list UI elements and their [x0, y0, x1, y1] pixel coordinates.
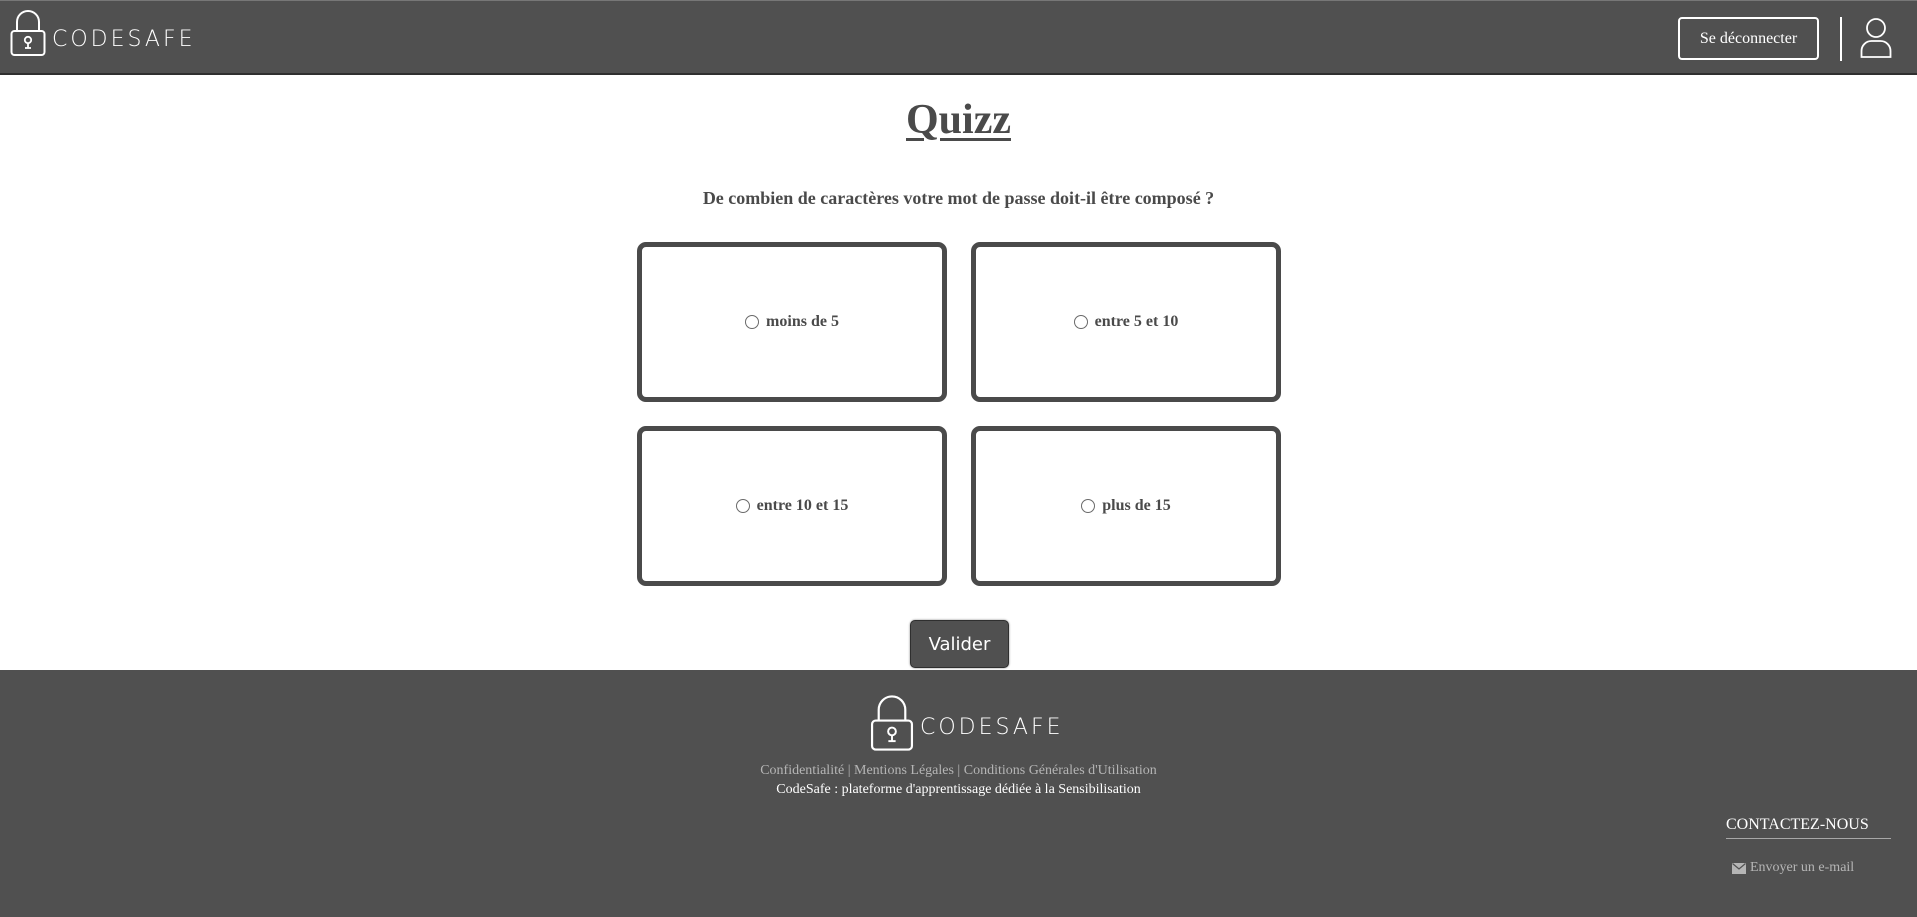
padlock-icon [10, 10, 46, 56]
link-separator: | [844, 763, 854, 778]
answer-option-3[interactable]: entre 10 et 15 [637, 426, 947, 586]
answer-option-1[interactable]: moins de 5 [637, 242, 947, 402]
answer-option-4[interactable]: plus de 15 [971, 426, 1281, 586]
logout-button[interactable]: Se déconnecter [1678, 17, 1819, 60]
envelope-icon [1732, 862, 1746, 874]
brand-logo[interactable]: CODESAFE [10, 9, 196, 57]
radio-button[interactable] [1073, 315, 1088, 329]
send-email-link[interactable]: Envoyer un e-mail [1732, 860, 1854, 876]
answer-option-2[interactable]: entre 5 et 10 [971, 242, 1281, 402]
brand-name: CODESAFE [52, 26, 196, 52]
answer-label: plus de 15 [1102, 497, 1171, 514]
answer-label: entre 5 et 10 [1094, 313, 1179, 330]
validate-button[interactable]: Valider [910, 620, 1009, 668]
page-footer: CODESAFE Confidentialité | Mentions Léga… [0, 670, 1917, 917]
radio-button[interactable] [735, 499, 750, 513]
radio-button[interactable] [745, 315, 760, 329]
quiz-question: De combien de caractères votre mot de pa… [702, 188, 1215, 208]
top-header: CODESAFE Se déconnecter [0, 0, 1917, 75]
user-icon[interactable] [1860, 17, 1892, 64]
privacy-link[interactable]: Confidentialité [760, 763, 844, 778]
header-divider [1840, 17, 1842, 61]
footer-brand-name: CODESAFE [920, 714, 1064, 740]
radio-button[interactable] [1081, 499, 1096, 513]
send-email-label: Envoyer un e-mail [1750, 860, 1855, 875]
padlock-icon [870, 695, 914, 751]
legal-notice-link[interactable]: Mentions Légales [854, 763, 954, 778]
footer-brand-logo[interactable]: CODESAFE [870, 694, 1064, 752]
answer-label: entre 10 et 15 [756, 497, 849, 514]
page-title: Quizz [906, 97, 1011, 143]
terms-link[interactable]: Conditions Générales d'Utilisation [964, 763, 1157, 778]
answer-label: moins de 5 [766, 313, 839, 330]
footer-links: Confidentialité | Mentions Légales | Con… [0, 763, 1917, 779]
footer-tagline: CodeSafe : plateforme d'apprentissage dé… [776, 782, 1141, 797]
link-separator: | [953, 763, 964, 778]
contact-title: CONTACTEZ-NOUS [1726, 816, 1891, 839]
